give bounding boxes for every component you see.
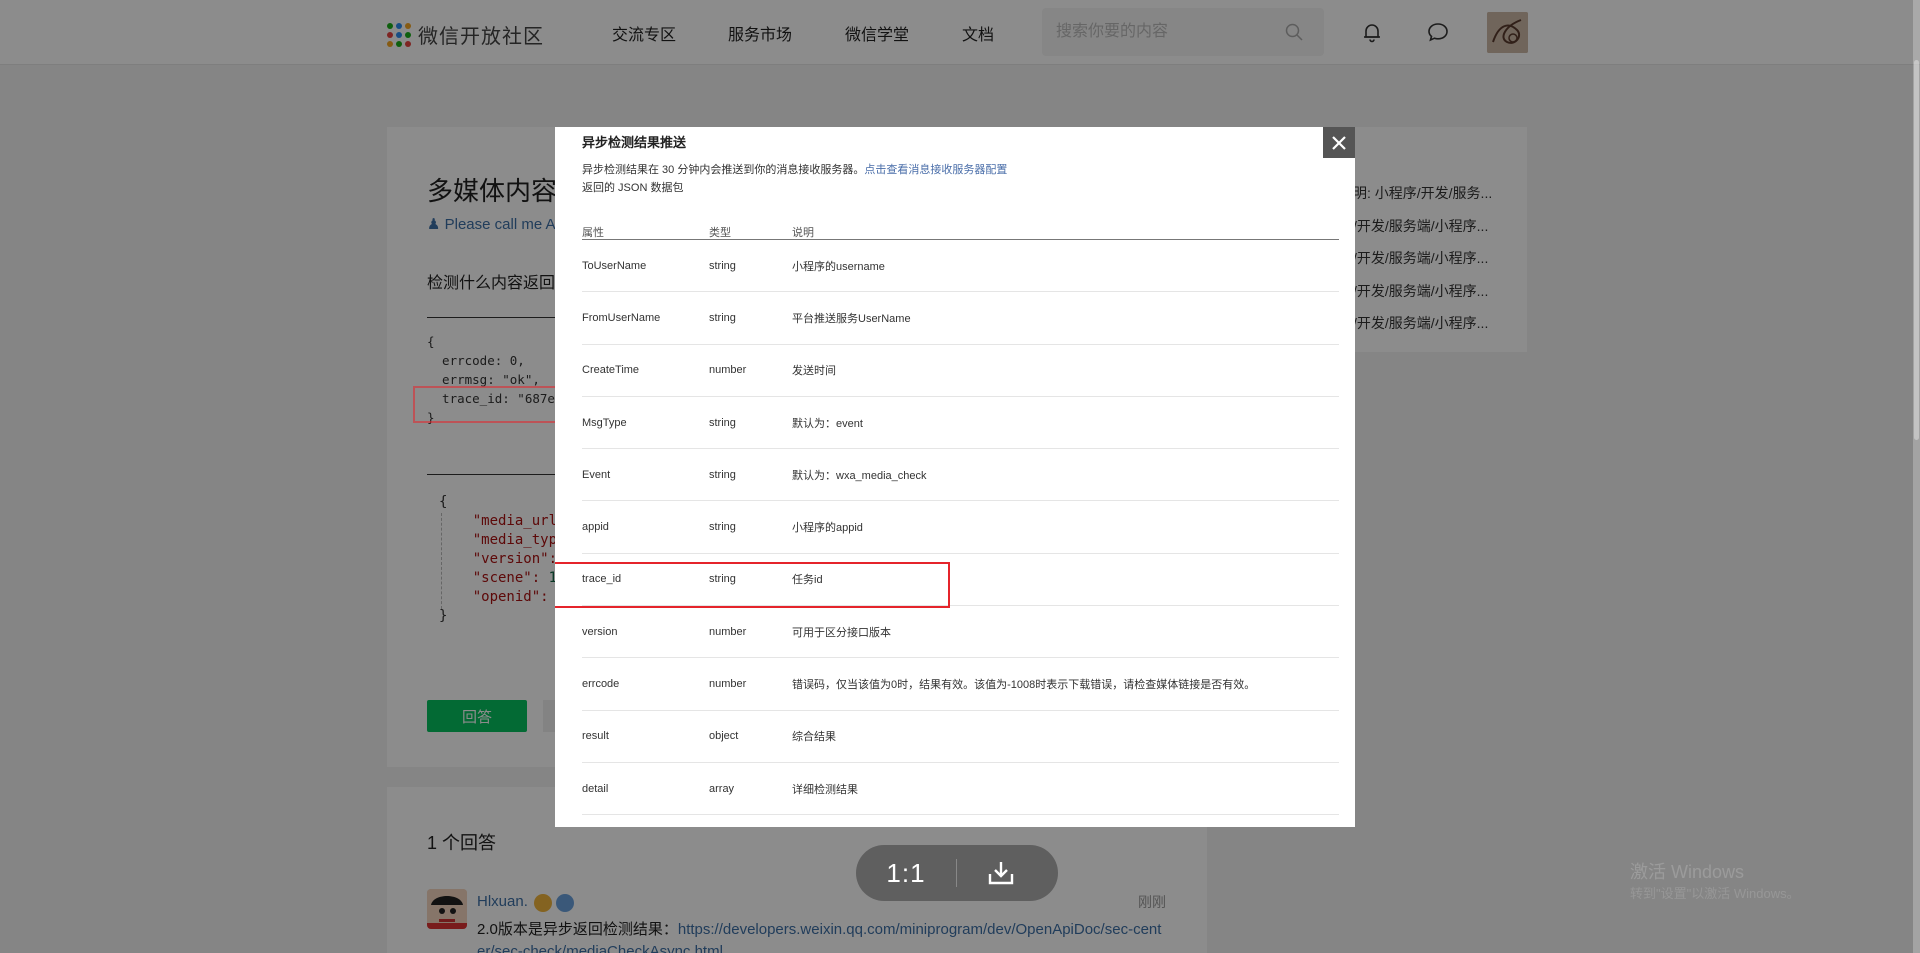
field-type: array [709,782,735,795]
field-type: number [709,625,747,638]
field-name: errcode [582,678,620,691]
table-row: ToUserName string 小程序的username [582,240,1339,293]
download-icon[interactable] [986,859,1016,887]
table-header: 属性 类型 说明 [582,210,1339,240]
table-row: detail array 详细检测结果 [582,763,1339,816]
modal-subtitle: 返回的 JSON 数据包 [582,182,684,194]
image-preview-modal: 异步检测结果推送 异步检测结果在 30 分钟内会推送到你的消息接收服务器。点击查… [555,127,1355,827]
table-row: CreateTime number 发送时间 [582,345,1339,397]
field-name: version [582,625,618,638]
field-desc: 错误码，仅当该值为0时，结果有效。该值为-1008时表示下载错误，请检查媒体链接… [792,679,1256,692]
modal-close-button[interactable] [1323,127,1355,158]
field-desc: 默认为：event [792,417,863,430]
field-type: number [709,678,747,691]
server-config-link[interactable]: 点击查看消息接收服务器配置 [864,164,1007,176]
field-name: ToUserName [582,259,647,272]
os-activation-watermark: 激活 Windows [1630,862,1745,882]
table-row: version number 可用于区分接口版本 [582,606,1339,659]
field-desc: 平台推送服务UserName [792,312,911,325]
trace-id-highlight-box [555,562,950,608]
table-row: appid string 小程序的appid [582,501,1339,554]
header-name: 属性 [582,227,604,239]
image-viewer-toolbar: 1:1 [856,845,1058,901]
field-type: string [709,521,736,534]
table-row: FromUserName string 平台推送服务UserName [582,292,1339,345]
field-name: detail [582,782,609,795]
field-type: string [709,311,736,324]
field-desc: 小程序的username [792,260,885,273]
field-type: number [709,364,747,377]
field-type: string [709,259,736,272]
table-row: errcode number 错误码，仅当该值为0时，结果有效。该值为-1008… [582,658,1339,711]
field-desc: 可用于区分接口版本 [792,626,891,639]
field-name: FromUserName [582,311,661,324]
header-desc: 说明 [792,227,814,239]
actual-size-button[interactable]: 1:1 [856,845,956,901]
table-row: Event string 默认为：wxa_media_check [582,449,1339,502]
field-desc: 详细检测结果 [792,783,858,796]
field-name: appid [582,521,609,534]
field-name: result [582,730,609,743]
modal-description: 异步检测结果在 30 分钟内会推送到你的消息接收服务器。点击查看消息接收服务器配… [582,164,1008,176]
table-row: result object 综合结果 [582,711,1339,763]
field-desc: 默认为：wxa_media_check [792,469,927,482]
toolbar-divider [956,859,957,887]
field-name: Event [582,468,611,481]
fields-table: 属性 类型 说明 ToUserName string 小程序的username … [582,210,1339,816]
field-type: object [709,730,739,743]
modal-title: 异步检测结果推送 [582,135,687,150]
os-activation-watermark-sub: 转到"设置"以激活 Windows。 [1630,886,1800,901]
field-name: MsgType [582,416,627,429]
field-desc: 发送时间 [792,365,836,378]
header-type: 类型 [709,227,731,239]
field-type: string [709,416,736,429]
field-desc: 综合结果 [792,731,836,744]
table-row: MsgType string 默认为：event [582,397,1339,450]
field-desc: 小程序的appid [792,522,863,535]
field-name: CreateTime [582,364,640,377]
scrollbar-thumb[interactable] [1914,60,1919,440]
field-type: string [709,468,736,481]
close-icon [1332,135,1346,150]
